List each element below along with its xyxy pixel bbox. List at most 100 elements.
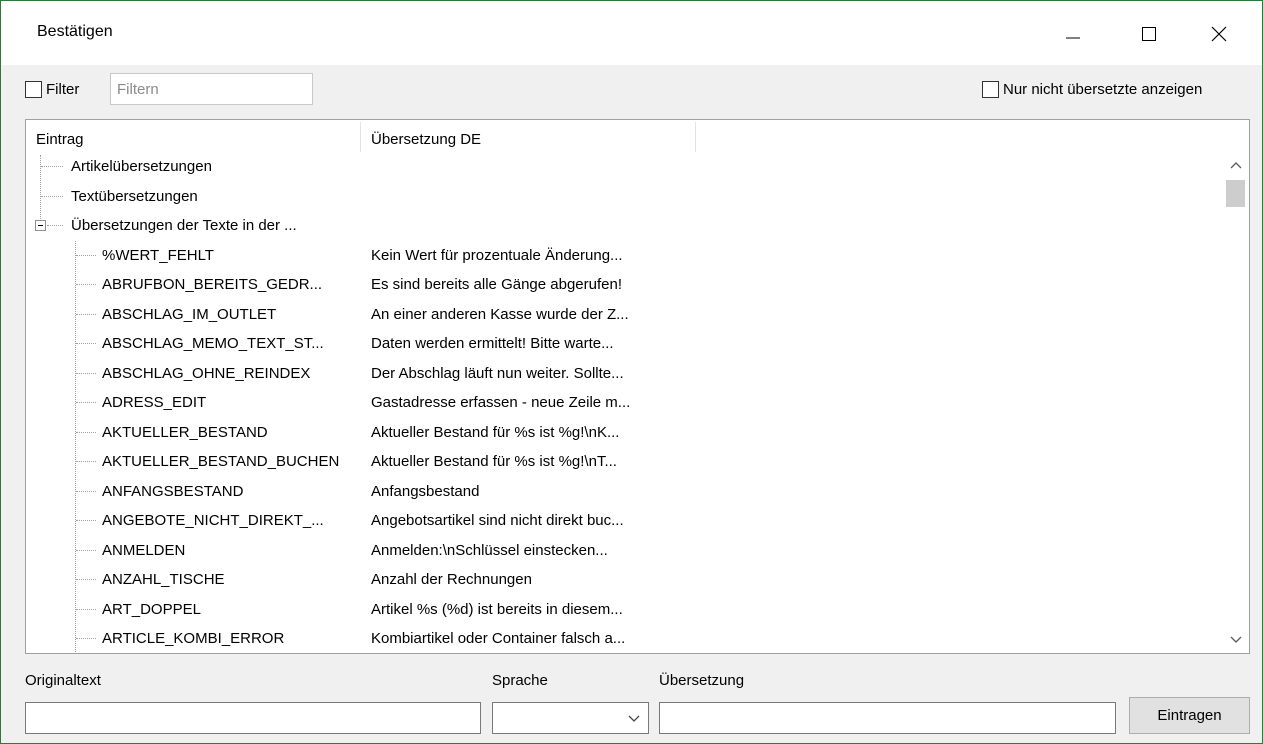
entry-translation: Daten werden ermittelt! Bitte warte... bbox=[371, 335, 614, 352]
minimize-button[interactable] bbox=[1050, 11, 1096, 57]
group-label: Textübersetzungen bbox=[71, 187, 198, 205]
group-label: Übersetzungen der Texte in der ... bbox=[71, 217, 297, 234]
entry-key: ABSCHLAG_MEMO_TEXT_ST... bbox=[102, 335, 324, 352]
chevron-up-icon bbox=[1230, 162, 1241, 169]
close-icon bbox=[1211, 26, 1227, 42]
tree-row[interactable]: ART_DOPPEL Artikel %s (%d) ist bereits in… bbox=[26, 595, 1221, 625]
scrollbar-thumb[interactable] bbox=[1226, 180, 1245, 207]
minimize-icon bbox=[1066, 37, 1080, 39]
tree-group-item[interactable]: Artikelübersetzungen bbox=[26, 152, 1221, 182]
tree-row[interactable]: ANZAHL_TISCHE Anzahl der Rechnungen bbox=[26, 565, 1221, 595]
tree-header: Eintrag Übersetzung DE bbox=[26, 120, 1226, 152]
entry-key: ADRESS_EDIT bbox=[102, 394, 207, 411]
entry-translation: An einer anderen Kasse wurde der Z... bbox=[371, 305, 629, 323]
tree-row[interactable]: ADRESS_EDIT Gastadresse erfassen - neue Z… bbox=[26, 388, 1221, 418]
close-button[interactable] bbox=[1196, 11, 1242, 57]
original-text-label: Originaltext bbox=[25, 672, 101, 689]
entry-translation: Aktueller Bestand für %s ist %g!\nK... bbox=[371, 423, 620, 441]
tree-connector bbox=[76, 549, 96, 551]
tree-row[interactable]: ABSCHLAG_OHNE_REINDEX Der Abschlag läuft … bbox=[26, 359, 1221, 389]
tree-row[interactable]: ARTICLE_KOMBI_ERROR Kombiartikel oder Con… bbox=[26, 624, 1221, 653]
entry-key: AKTUELLER_BESTAND_BUCHEN bbox=[102, 453, 340, 470]
entry-key: AKTUELLER_BESTAND bbox=[102, 423, 268, 441]
tree-group-item[interactable]: Textübersetzungen bbox=[26, 182, 1221, 212]
tree-row[interactable]: ABSCHLAG_IM_OUTLET An einer anderen Kasse… bbox=[26, 300, 1221, 330]
original-text-field[interactable] bbox=[25, 702, 481, 734]
maximize-icon bbox=[1142, 27, 1156, 41]
tree-connector bbox=[47, 225, 63, 226]
group-label: Artikelübersetzungen bbox=[71, 158, 212, 175]
tree-connector bbox=[76, 313, 96, 315]
chevron-down-icon bbox=[1230, 636, 1241, 643]
entry-translation: Kein Wert für prozentuale Änderung... bbox=[371, 246, 623, 264]
scroll-up-button[interactable] bbox=[1222, 152, 1249, 178]
entry-translation: Anfangsbestand bbox=[371, 482, 480, 500]
tree-row[interactable]: AKTUELLER_BESTAND_BUCHEN Aktueller Bestan… bbox=[26, 447, 1221, 477]
tree-row[interactable]: ABSCHLAG_MEMO_TEXT_ST... Daten werden erm… bbox=[26, 329, 1221, 359]
chevron-down-icon bbox=[628, 715, 640, 722]
entry-translation: Es sind bereits alle Gänge abgerufen! bbox=[371, 276, 622, 293]
tree-connector bbox=[76, 638, 96, 639]
entry-key: ABRUFBON_BEREITS_GEDR... bbox=[102, 276, 323, 293]
tree-connector bbox=[76, 461, 96, 462]
column-header-entry[interactable]: Eintrag bbox=[36, 120, 84, 152]
entry-key: ANFANGSBESTAND bbox=[102, 482, 244, 500]
maximize-button[interactable] bbox=[1126, 11, 1172, 57]
entry-key: ABSCHLAG_IM_OUTLET bbox=[102, 305, 277, 323]
entry-translation: Der Abschlag läuft nun weiter. Sollte... bbox=[371, 364, 624, 382]
filter-checkbox[interactable] bbox=[25, 81, 42, 98]
tree-row[interactable]: ABRUFBON_BEREITS_GEDR... Es sind bereits … bbox=[26, 270, 1221, 300]
entry-key: %WERT_FEHLT bbox=[102, 246, 214, 264]
untranslated-only-checkbox[interactable] bbox=[982, 81, 999, 98]
tree-connector bbox=[76, 372, 96, 374]
tree-row[interactable]: %WERT_FEHLT Kein Wert für prozentuale Änd… bbox=[26, 241, 1221, 271]
language-label: Sprache bbox=[492, 672, 548, 689]
column-header-translation[interactable]: Übersetzung DE bbox=[371, 120, 481, 152]
translation-label: Übersetzung bbox=[659, 672, 745, 689]
tree-connector bbox=[76, 431, 96, 433]
filter-bar: Filter Nur nicht übersetzte anzeigen bbox=[1, 65, 1262, 113]
tree-connector bbox=[76, 402, 96, 403]
column-divider[interactable] bbox=[360, 122, 361, 152]
tree-connector bbox=[76, 608, 96, 610]
tree-connector bbox=[76, 520, 96, 521]
window-title: Bestätigen bbox=[37, 23, 113, 40]
submit-button[interactable]: Eintragen bbox=[1129, 697, 1250, 734]
filter-checkbox-label: Filter bbox=[46, 81, 80, 98]
tree-connector bbox=[76, 579, 96, 580]
entry-translation: Artikel %s (%d) ist bereits in diesem... bbox=[371, 600, 623, 618]
tree-row[interactable]: AKTUELLER_BESTAND Aktueller Bestand für %… bbox=[26, 418, 1221, 448]
language-select[interactable] bbox=[492, 702, 649, 734]
translation-tree[interactable]: Eintrag Übersetzung DE Artikelübersetzun… bbox=[25, 119, 1250, 654]
entry-key: ABSCHLAG_OHNE_REINDEX bbox=[102, 364, 311, 382]
entry-translation: Anmelden:\nSchlüssel einstecken... bbox=[371, 541, 608, 559]
entry-key: ANGEBOTE_NICHT_DIREKT_... bbox=[102, 512, 324, 529]
entry-translation: Gastadresse erfassen - neue Zeile m... bbox=[371, 394, 631, 411]
tree-connector bbox=[41, 166, 63, 167]
tree-row[interactable]: ANFANGSBESTAND Anfangsbestand bbox=[26, 477, 1221, 507]
tree-connector bbox=[76, 490, 96, 492]
tree-rows: Artikelübersetzungen Textübersetzungen Ü… bbox=[26, 152, 1221, 653]
entry-translation: Angebotsartikel sind nicht direkt buc... bbox=[371, 512, 624, 529]
entry-key: ANZAHL_TISCHE bbox=[102, 571, 225, 588]
title-bar: Bestätigen bbox=[1, 1, 1262, 65]
filter-input[interactable] bbox=[110, 73, 313, 105]
tree-row[interactable]: ANGEBOTE_NICHT_DIREKT_... Angebotsartikel… bbox=[26, 506, 1221, 536]
tree-connector bbox=[76, 284, 96, 285]
tree-connector bbox=[76, 254, 96, 256]
vertical-scrollbar[interactable] bbox=[1222, 152, 1249, 653]
column-divider[interactable] bbox=[695, 122, 696, 152]
tree-connector bbox=[41, 195, 63, 197]
tree-row[interactable]: ANMELDEN Anmelden:\nSchlüssel einstecken.… bbox=[26, 536, 1221, 566]
entry-key: ART_DOPPEL bbox=[102, 600, 201, 618]
untranslated-only-label: Nur nicht übersetzte anzeigen bbox=[1003, 81, 1203, 98]
tree-group-item[interactable]: Übersetzungen der Texte in der ... bbox=[26, 211, 1221, 241]
entry-key: ANMELDEN bbox=[102, 541, 186, 559]
entry-key: ARTICLE_KOMBI_ERROR bbox=[102, 630, 285, 647]
entry-translation: Aktueller Bestand für %s ist %g!\nT... bbox=[371, 453, 617, 470]
dialog-window: Bestätigen Filter Nur nicht übersetzte a… bbox=[0, 0, 1263, 744]
scroll-down-button[interactable] bbox=[1222, 627, 1249, 653]
tree-connector bbox=[76, 343, 96, 344]
collapse-icon[interactable] bbox=[35, 220, 46, 231]
translation-field[interactable] bbox=[659, 702, 1116, 734]
